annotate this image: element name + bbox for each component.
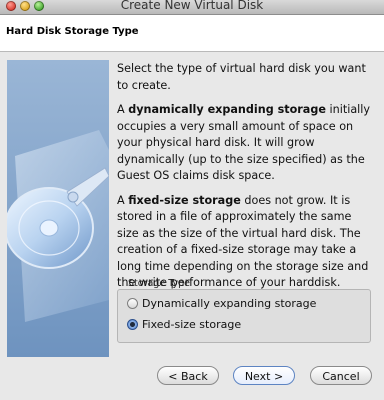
wizard-side-image	[7, 60, 109, 357]
fixed-paragraph: A fixed-size storage does not grow. It i…	[117, 193, 375, 292]
radio-dynamic-label[interactable]: Dynamically expanding storage	[142, 297, 316, 310]
radio-unselected-icon[interactable]	[127, 298, 138, 309]
window-title: Create New Virtual Disk	[120, 0, 264, 12]
radio-fixed-storage[interactable]: Fixed-size storage	[127, 318, 241, 331]
dynamic-paragraph: A dynamically expanding storage initiall…	[117, 102, 375, 185]
fixed-term: fixed-size storage	[128, 193, 241, 207]
page-title: Hard Disk Storage Type	[6, 26, 139, 37]
description-text: Select the type of virtual hard disk you…	[117, 61, 375, 300]
radio-fixed-label[interactable]: Fixed-size storage	[142, 318, 241, 331]
fixed-description: does not grow. It is stored in a file of…	[117, 193, 369, 290]
fixed-lead-text: A	[117, 193, 129, 207]
next-button[interactable]: Next >	[233, 366, 295, 385]
dynamic-term: dynamically expanding storage	[128, 103, 326, 116]
intro-paragraph: Select the type of virtual hard disk you…	[117, 62, 366, 92]
radio-dynamic-storage[interactable]: Dynamically expanding storage	[127, 297, 316, 310]
cancel-button[interactable]: Cancel	[310, 366, 372, 385]
back-button[interactable]: < Back	[157, 366, 219, 385]
wizard-header: Hard Disk Storage Type	[0, 15, 384, 52]
storage-type-group-title: Storage Type	[128, 278, 191, 289]
storage-type-group: Dynamically expanding storage Fixed-size…	[117, 289, 371, 343]
dynamic-lead-text: A	[117, 103, 129, 116]
title-bar: Create New Virtual Disk	[0, 0, 384, 15]
radio-selected-icon[interactable]	[127, 319, 138, 330]
hard-disk-illustration-icon	[7, 130, 109, 322]
